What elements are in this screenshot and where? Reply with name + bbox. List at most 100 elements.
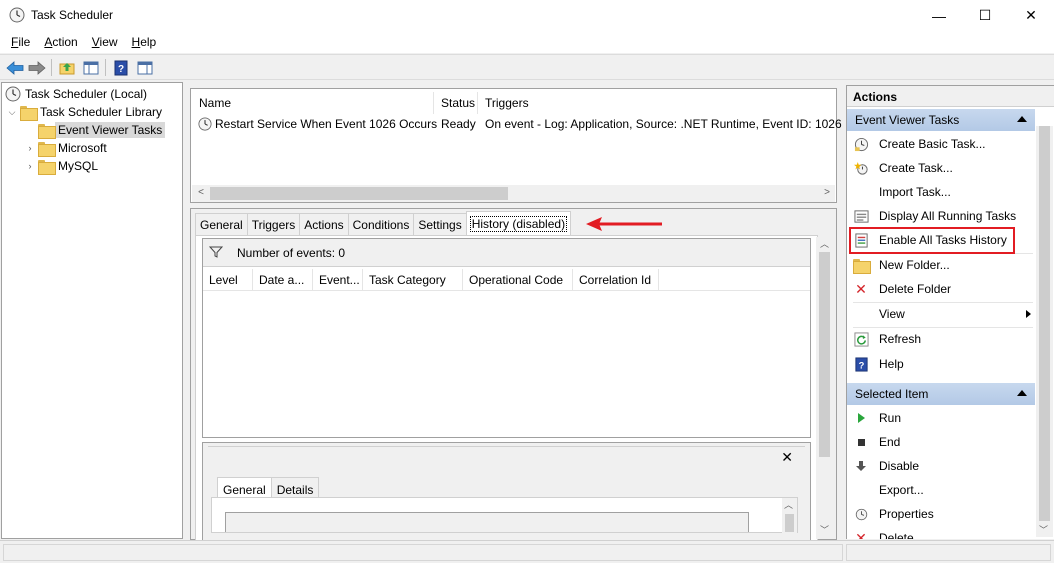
action-label: Create Basic Task...	[879, 137, 986, 151]
tree-label: Microsoft	[58, 141, 107, 155]
section-header-selected-item[interactable]: Selected Item	[847, 383, 1035, 405]
tab-actions[interactable]: Actions	[299, 213, 349, 235]
collapse-icon[interactable]	[1017, 390, 1027, 396]
scroll-up-icon[interactable]: ︿	[816, 237, 833, 251]
column-header-date[interactable]: Date a...	[253, 269, 313, 291]
action-view[interactable]: View	[847, 302, 1035, 326]
chevron-down-icon[interactable]: ⌵	[7, 107, 17, 118]
forward-button[interactable]	[27, 58, 47, 77]
action-create-basic-task[interactable]: Create Basic Task...	[847, 132, 1035, 156]
menu-view[interactable]: View	[85, 35, 125, 49]
tab-label: General	[223, 482, 266, 497]
minimize-button[interactable]: —	[916, 0, 962, 31]
scroll-thumb[interactable]	[819, 252, 830, 457]
action-help[interactable]: ? Help	[847, 352, 1035, 376]
column-header-task-category[interactable]: Task Category	[363, 269, 463, 291]
tab-label: Actions	[304, 217, 344, 232]
tab-history[interactable]: History (disabled)	[465, 211, 572, 235]
scroll-up-icon[interactable]: ︿	[784, 498, 793, 511]
action-delete-folder[interactable]: ✕ Delete Folder	[847, 277, 1035, 301]
scroll-down-icon[interactable]: ﹀	[1039, 523, 1048, 536]
column-header-event[interactable]: Event...	[313, 269, 363, 291]
show-hide-action-pane-button[interactable]	[135, 58, 155, 77]
red-arrow-annotation-icon	[586, 217, 662, 231]
tree-item-mysql[interactable]: › MySQL	[25, 157, 98, 175]
column-header-correlation-id[interactable]: Correlation Id	[573, 269, 659, 291]
action-display-all-running-tasks[interactable]: Display All Running Tasks	[847, 204, 1035, 228]
menu-view-label: iew	[99, 35, 118, 49]
filter-icon[interactable]	[209, 245, 223, 259]
action-import-task[interactable]: Import Task...	[847, 180, 1035, 204]
status-segment	[846, 544, 1051, 561]
back-button[interactable]	[5, 58, 25, 77]
event-body-scrollbar[interactable]: ︿	[782, 498, 797, 533]
action-disable[interactable]: Disable	[847, 454, 1035, 478]
tab-conditions[interactable]: Conditions	[347, 213, 415, 235]
action-run[interactable]: Run	[847, 406, 1035, 430]
chevron-right-icon[interactable]: ›	[25, 161, 35, 171]
action-label: End	[879, 435, 901, 449]
action-new-folder[interactable]: New Folder...	[847, 253, 1035, 277]
delete-x-icon: ✕	[855, 280, 867, 297]
action-create-task[interactable]: Create Task...	[847, 156, 1035, 180]
task-list-horizontal-scrollbar[interactable]: < >	[192, 185, 835, 202]
scroll-thumb[interactable]	[785, 514, 794, 532]
column-header-status[interactable]: Status	[434, 92, 478, 114]
properties-clock-icon	[853, 506, 869, 522]
action-delete[interactable]: ✕ Delete	[847, 526, 1035, 540]
action-properties[interactable]: Properties	[847, 502, 1035, 526]
column-header-operational-code[interactable]: Operational Code	[463, 269, 573, 291]
title-bar: Task Scheduler — ☐ ✕	[0, 0, 1054, 31]
up-folder-button[interactable]	[57, 58, 77, 77]
close-window-button[interactable]: ✕	[1008, 0, 1054, 31]
new-folder-icon	[853, 257, 871, 274]
action-end[interactable]: End	[847, 430, 1035, 454]
tab-label: General	[200, 217, 243, 232]
chevron-right-icon[interactable]: ›	[25, 143, 35, 153]
scroll-down-icon[interactable]: ﹀	[816, 523, 833, 537]
column-header-level[interactable]: Level	[203, 269, 253, 291]
actions-pane-title: Actions	[847, 86, 1054, 107]
scroll-thumb[interactable]	[1039, 126, 1050, 521]
menu-help[interactable]: Help	[125, 35, 164, 49]
section-header-event-viewer-tasks[interactable]: Event Viewer Tasks	[847, 109, 1035, 131]
events-count: Number of events: 0	[237, 246, 346, 260]
action-label: Refresh	[879, 332, 922, 346]
action-label: Help	[879, 357, 904, 371]
scroll-right-icon[interactable]: >	[819, 187, 835, 200]
maximize-button[interactable]: ☐	[962, 0, 1008, 31]
tree-item-task-scheduler-local[interactable]: Task Scheduler (Local)	[5, 85, 147, 103]
history-tab-content: Number of events: 0 Level Date a... Even…	[195, 235, 818, 543]
window-title: Task Scheduler	[31, 8, 114, 22]
tab-triggers[interactable]: Triggers	[246, 213, 301, 235]
tab-general[interactable]: General	[195, 213, 248, 235]
console-tree: Task Scheduler (Local) ⌵ Task Scheduler …	[1, 82, 183, 539]
task-detail-pane: General Triggers Actions Conditions Sett…	[190, 208, 837, 543]
show-hide-console-tree-button[interactable]	[81, 58, 101, 77]
tree-item-event-viewer-tasks[interactable]: Event Viewer Tasks	[25, 121, 166, 139]
actions-vertical-scrollbar[interactable]: ﹀	[1036, 126, 1053, 537]
table-row[interactable]: Restart Service When Event 1026 Occurs R…	[192, 115, 842, 133]
scroll-left-icon[interactable]: <	[193, 187, 209, 200]
menu-file-label: ile	[18, 35, 31, 49]
close-detail-button[interactable]: ✕	[781, 449, 793, 466]
menu-action[interactable]: Action	[37, 35, 84, 49]
help-toolbar-button[interactable]: ?	[111, 58, 131, 77]
action-refresh[interactable]: Refresh	[847, 327, 1035, 351]
scroll-thumb[interactable]	[210, 187, 508, 200]
tree-item-microsoft[interactable]: › Microsoft	[25, 139, 107, 157]
tree-item-task-scheduler-library[interactable]: ⌵ Task Scheduler Library	[7, 103, 162, 121]
task-status: Ready	[441, 117, 476, 131]
column-header-triggers[interactable]: Triggers	[478, 92, 833, 114]
collapse-icon[interactable]	[1017, 116, 1027, 122]
menu-file[interactable]: File	[4, 35, 37, 49]
action-label: Delete Folder	[879, 282, 952, 296]
run-icon	[853, 410, 869, 426]
action-label: Import Task...	[879, 185, 951, 199]
column-header-name[interactable]: Name	[192, 92, 434, 114]
action-label: Disable	[879, 459, 920, 473]
tab-settings[interactable]: Settings	[413, 213, 467, 235]
history-vertical-scrollbar[interactable]: ︿ ﹀	[816, 237, 833, 539]
action-export[interactable]: Export...	[847, 478, 1035, 502]
disable-arrow-down-icon	[853, 458, 869, 474]
